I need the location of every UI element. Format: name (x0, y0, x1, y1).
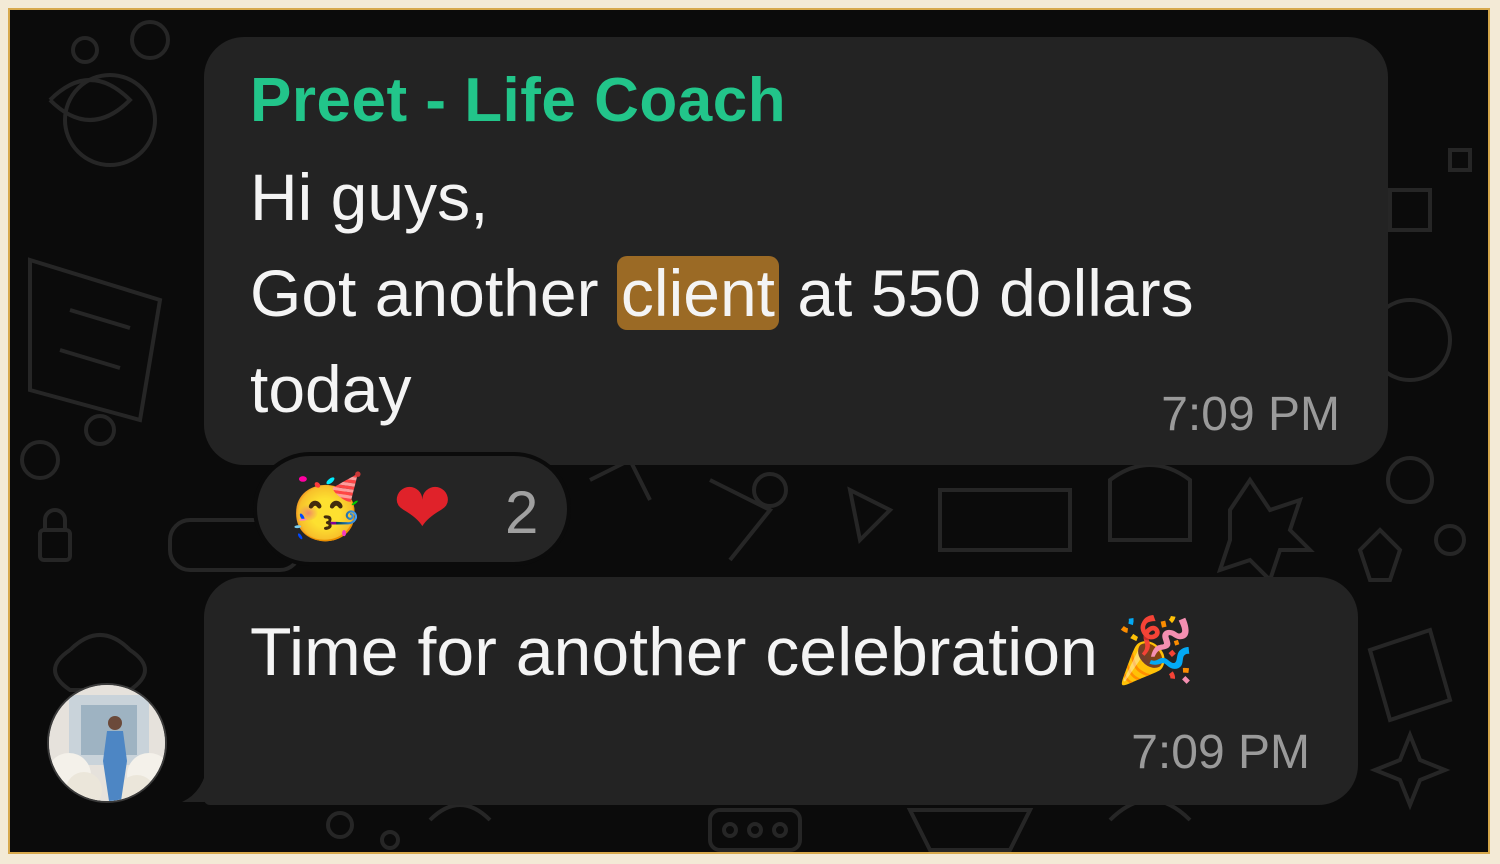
heart-icon: ❤ (393, 469, 452, 547)
message-text-line: Hi guys, (250, 160, 489, 234)
avatar[interactable] (47, 683, 167, 803)
message-text: Got another (250, 256, 617, 330)
message-text-line: today (250, 352, 412, 426)
profile-photo-icon (49, 685, 165, 801)
chat-window: Preet - Life Coach Hi guys, Got another … (8, 8, 1490, 854)
message-timestamp: 7:09 PM (1161, 388, 1340, 441)
reaction-count: 2 (505, 479, 539, 546)
message-text: Time for another celebration (250, 614, 1098, 690)
message-bubble[interactable]: Preet - Life Coach Hi guys, Got another … (204, 37, 1388, 465)
party-popper-icon: 🎉 (1115, 614, 1196, 686)
message-bubble[interactable]: Time for another celebration 🎉 7:09 PM (204, 577, 1358, 805)
reactions-pill[interactable]: 🥳 ❤ 2 (253, 452, 571, 566)
partying-face-icon: 🥳 (287, 473, 365, 542)
search-highlight: client (616, 256, 779, 330)
message-text: at 550 dollars (778, 256, 1194, 330)
message-text-line: Got another client at 550 dollars (250, 255, 1194, 331)
sender-name[interactable]: Preet - Life Coach (250, 65, 786, 136)
message-timestamp: 7:09 PM (1131, 726, 1310, 779)
message-text-line: Time for another celebration 🎉 (250, 613, 1196, 691)
